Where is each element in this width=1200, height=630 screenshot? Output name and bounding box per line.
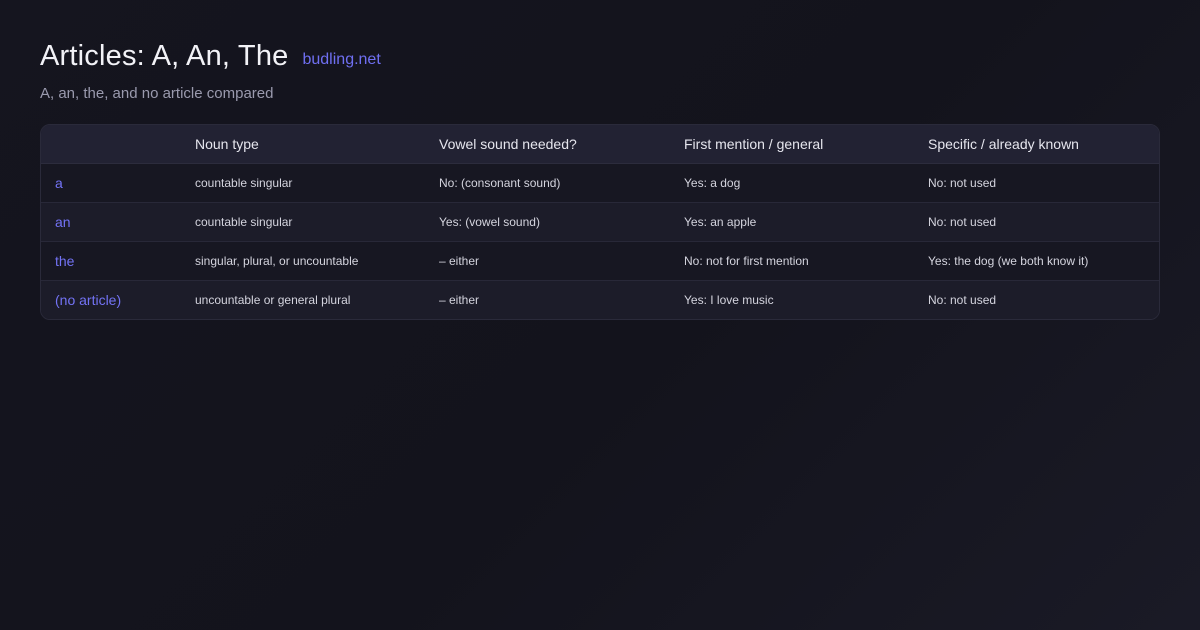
page-subtitle: A, an, the, and no article compared — [40, 85, 274, 102]
specific-cell: Yes: the dog (we both know it) — [914, 241, 1159, 281]
first-mention-cell: Yes: I love music — [670, 280, 914, 319]
column-header-vowel-sound: Vowel sound needed? — [425, 125, 670, 164]
first-mention-cell: Yes: a dog — [670, 163, 914, 203]
column-header-noun-type: Noun type — [181, 125, 425, 164]
table-row: an countable singular Yes: (vowel sound)… — [41, 202, 1159, 242]
noun-type-cell: countable singular — [181, 202, 425, 242]
table-row: (no article) uncountable or general plur… — [41, 280, 1159, 319]
vowel-sound-cell: Yes: (vowel sound) — [425, 202, 670, 242]
specific-cell: No: not used — [914, 163, 1159, 203]
column-header-article — [41, 125, 181, 164]
noun-type-cell: countable singular — [181, 163, 425, 203]
first-mention-cell: No: not for first mention — [670, 241, 914, 281]
article-cell: the — [41, 241, 181, 281]
article-cell: an — [41, 202, 181, 242]
vowel-sound-cell: No: (consonant sound) — [425, 163, 670, 203]
comparison-table: Noun type Vowel sound needed? First ment… — [40, 124, 1160, 320]
column-header-first-mention: First mention / general — [670, 125, 914, 164]
first-mention-cell: Yes: an apple — [670, 202, 914, 242]
table-row: the singular, plural, or uncountable – e… — [41, 241, 1159, 281]
article-cell: (no article) — [41, 280, 181, 319]
vowel-sound-cell: – either — [425, 241, 670, 281]
noun-type-cell: uncountable or general plural — [181, 280, 425, 319]
table-header-row: Noun type Vowel sound needed? First ment… — [41, 125, 1159, 164]
table-row: a countable singular No: (consonant soun… — [41, 163, 1159, 203]
specific-cell: No: not used — [914, 202, 1159, 242]
specific-cell: No: not used — [914, 280, 1159, 319]
title-row: Articles: A, An, The budling.net — [40, 40, 1160, 80]
page: Articles: A, An, The budling.net A, an, … — [40, 40, 1160, 320]
vowel-sound-cell: – either — [425, 280, 670, 319]
noun-type-cell: singular, plural, or uncountable — [181, 241, 425, 281]
article-cell: a — [41, 163, 181, 203]
page-title: Articles: A, An, The — [40, 40, 289, 72]
brand-link[interactable]: budling.net — [302, 51, 380, 69]
column-header-specific: Specific / already known — [914, 125, 1159, 164]
